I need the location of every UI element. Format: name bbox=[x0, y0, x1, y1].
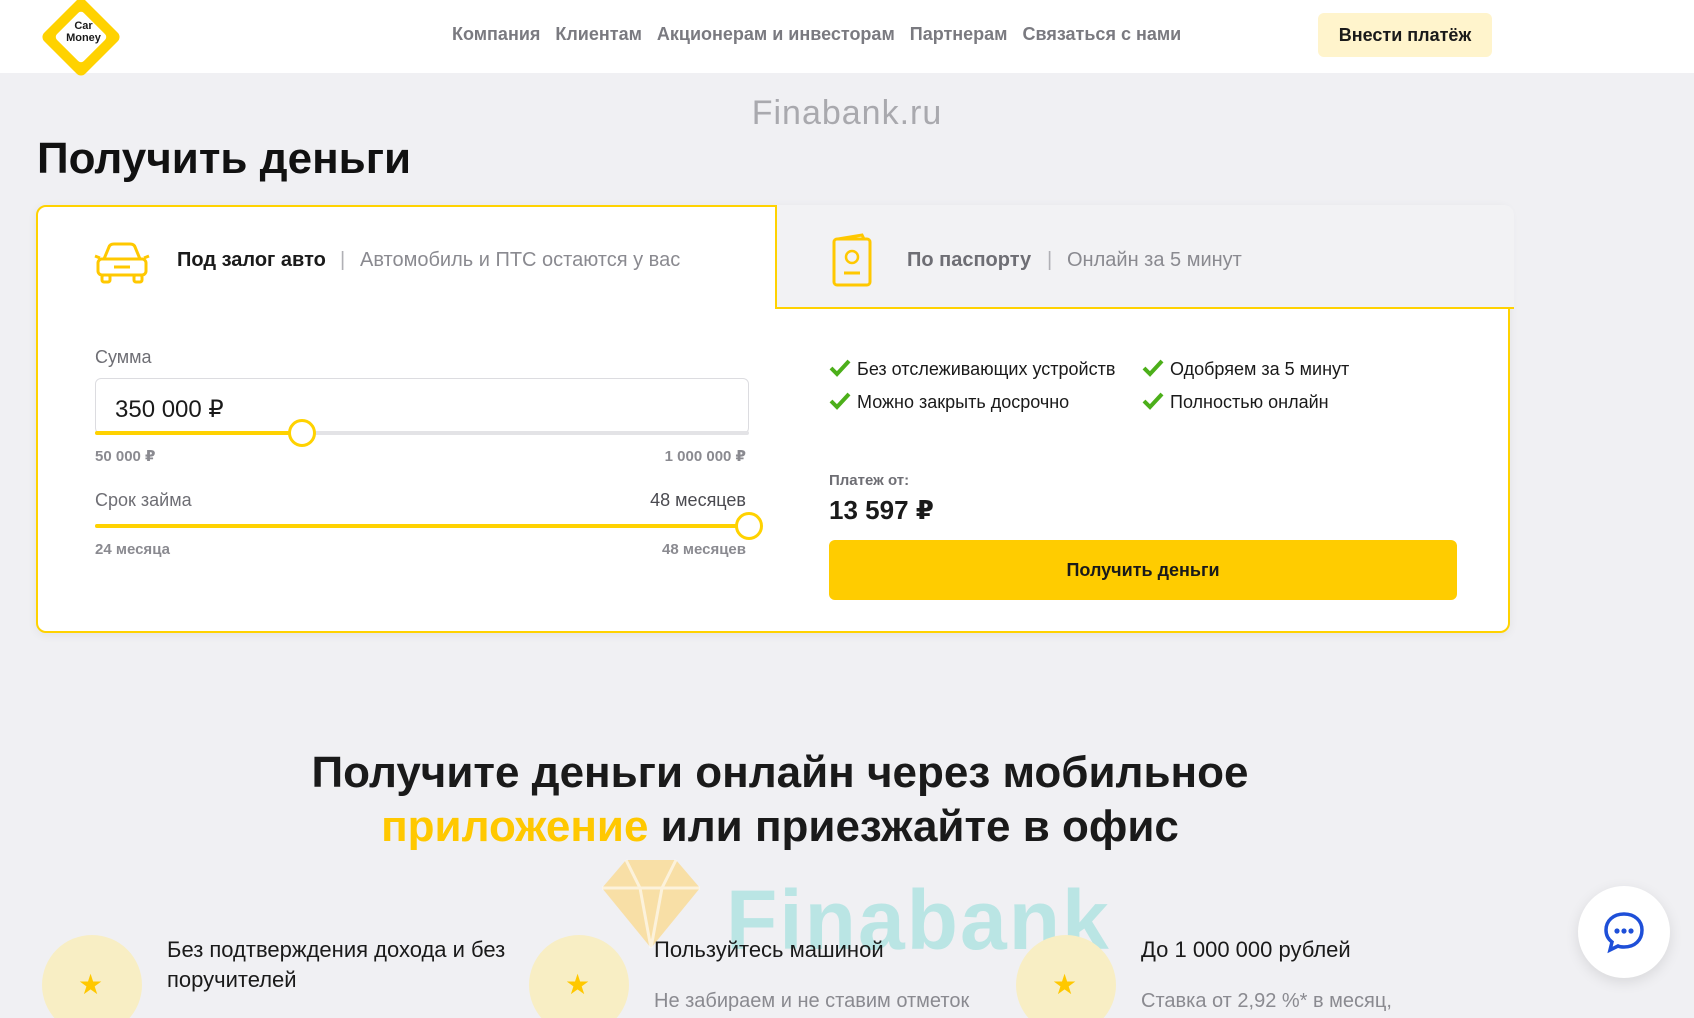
nav-contact[interactable]: Связаться с нами bbox=[1023, 24, 1182, 45]
tab-passport[interactable]: По паспорту | Онлайн за 5 минут bbox=[775, 205, 1514, 309]
tab-auto-label: Под залог авто bbox=[177, 249, 326, 271]
tab-passport-sep: | bbox=[1047, 249, 1053, 271]
check-icon bbox=[829, 392, 851, 410]
benefit-title: До 1 000 000 рублей bbox=[1141, 937, 1351, 962]
feature-item: Без отслеживающих устройств bbox=[829, 359, 1115, 380]
star-icon: ★ bbox=[1052, 969, 1078, 1000]
term-slider-fill bbox=[95, 524, 749, 528]
sum-label: Сумма bbox=[95, 347, 152, 367]
chat-button[interactable] bbox=[1578, 886, 1670, 978]
tab-passport-label: По паспорту bbox=[907, 249, 1032, 271]
sum-input[interactable]: 350 000 ₽ bbox=[95, 378, 749, 434]
payment-label: Платеж от: bbox=[829, 472, 910, 489]
star-icon: ★ bbox=[565, 969, 591, 1000]
passport-icon bbox=[832, 233, 872, 287]
nav-clients[interactable]: Клиентам bbox=[555, 24, 642, 45]
section-title-rest: или приезжайте в офис bbox=[648, 802, 1179, 851]
check-icon bbox=[829, 359, 851, 377]
sum-slider-thumb[interactable] bbox=[288, 419, 316, 447]
term-max: 48 месяцев bbox=[662, 541, 746, 558]
term-slider-thumb[interactable] bbox=[735, 512, 763, 540]
nav-company[interactable]: Компания bbox=[452, 24, 540, 45]
sum-value: 350 000 ₽ bbox=[115, 396, 224, 423]
sum-min: 50 000 ₽ bbox=[95, 448, 156, 465]
term-min: 24 месяца bbox=[95, 541, 170, 558]
make-payment-button[interactable]: Внести платёж bbox=[1318, 13, 1492, 57]
chat-icon bbox=[1604, 912, 1644, 954]
benefit-title: Пользуйтесь машиной bbox=[654, 937, 884, 962]
tab-passport-sub: Онлайн за 5 минут bbox=[1067, 249, 1242, 271]
benefit-desc: Ставка от 2,92 %* в месяц, bbox=[1141, 990, 1392, 1012]
logo-line1: Car bbox=[74, 20, 93, 32]
get-money-button[interactable]: Получить деньги bbox=[829, 540, 1457, 600]
logo-line2: Money bbox=[66, 32, 101, 44]
sum-slider-fill bbox=[95, 431, 302, 435]
section-title: Получите деньги онлайн через мобильное п… bbox=[0, 746, 1560, 854]
page-title: Получить деньги bbox=[37, 134, 412, 183]
feature-text: Можно закрыть досрочно bbox=[857, 392, 1070, 412]
check-icon bbox=[1142, 392, 1164, 410]
benefit-desc: Не забираем и не ставим отметок bbox=[654, 990, 970, 1012]
section-title-line2: приложение или приезжайте в офис bbox=[0, 800, 1560, 854]
term-label: Срок займа bbox=[95, 490, 192, 510]
site-header: Car Money Компания Клиентам Акционерам и… bbox=[0, 0, 1694, 79]
nav-investors[interactable]: Акционерам и инвесторам bbox=[657, 24, 895, 45]
feature-text: Полностью онлайн bbox=[1170, 392, 1329, 412]
payment-value: 13 597 ₽ bbox=[829, 495, 934, 525]
term-value: 48 месяцев bbox=[650, 490, 746, 510]
feature-text: Одобряем за 5 минут bbox=[1170, 359, 1350, 379]
watermark-top: Finabank.ru bbox=[751, 94, 943, 132]
section-title-line1: Получите деньги онлайн через мобильное bbox=[311, 748, 1249, 797]
check-icon bbox=[1142, 359, 1164, 377]
app-link[interactable]: приложение bbox=[381, 802, 648, 851]
benefit-title: Без подтверждения дохода и без поручител… bbox=[167, 937, 506, 992]
car-icon bbox=[94, 242, 150, 284]
tab-auto-sub: Автомобиль и ПТС остаются у вас bbox=[360, 249, 681, 271]
main-nav: Компания Клиентам Акционерам и инвестора… bbox=[452, 24, 1181, 45]
feature-item: Полностью онлайн bbox=[1142, 392, 1329, 413]
loan-calculator-card: Под залог авто | Автомобиль и ПТС остают… bbox=[36, 205, 1514, 633]
feature-item: Можно закрыть досрочно bbox=[829, 392, 1069, 413]
sum-max: 1 000 000 ₽ bbox=[664, 448, 746, 465]
feature-item: Одобряем за 5 минут bbox=[1142, 359, 1349, 380]
feature-text: Без отслеживающих устройств bbox=[857, 359, 1116, 379]
tab-auto-sep: | bbox=[340, 249, 346, 271]
star-icon: ★ bbox=[78, 969, 104, 1000]
nav-partners[interactable]: Партнерам bbox=[910, 24, 1008, 45]
logo-text[interactable]: Car Money bbox=[56, 20, 111, 44]
